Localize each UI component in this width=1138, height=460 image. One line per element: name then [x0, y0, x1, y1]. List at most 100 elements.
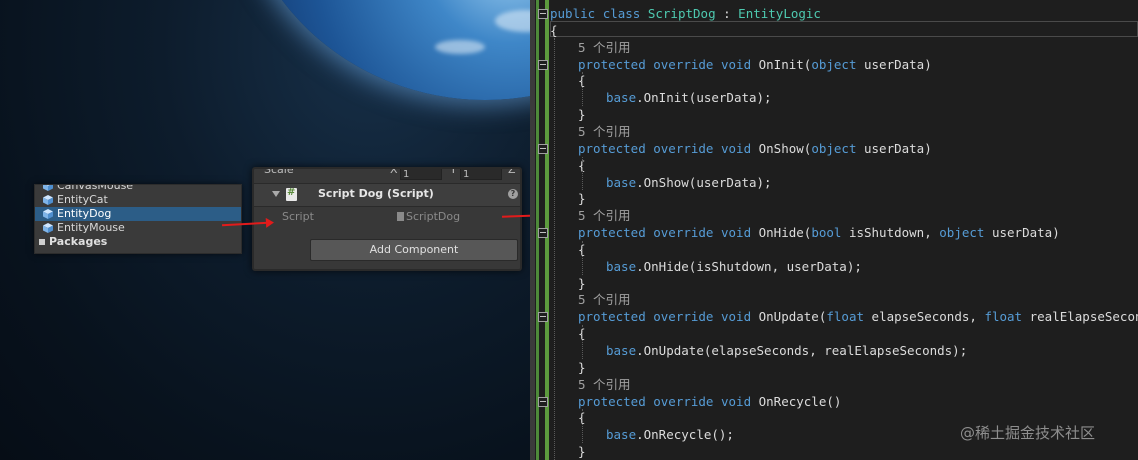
- method-signature-line: protected override void OnUpdate(float e…: [578, 308, 1138, 325]
- scale-row: Scale X 1 Y 1 Z: [264, 167, 516, 180]
- param-type: object: [811, 56, 857, 72]
- paren: ): [1052, 225, 1060, 241]
- method-modifiers: protected override void: [578, 140, 752, 156]
- param-name: userData: [864, 140, 925, 156]
- scale-z-axis: Z: [508, 167, 516, 176]
- collapse-toggle-icon[interactable]: [538, 59, 548, 70]
- scale-label: Scale: [264, 167, 294, 176]
- script-field-text: ScriptDog: [406, 210, 461, 223]
- earth-image: [235, 0, 530, 100]
- param-type: float: [826, 309, 865, 325]
- codelens-line: 5 个引用: [578, 39, 631, 56]
- collapse-toggle-icon[interactable]: [538, 228, 548, 239]
- method-body-line: base.OnRecycle();: [606, 426, 734, 443]
- hierarchy-item-label: CanvasMouse: [57, 184, 134, 192]
- base-keyword: base: [606, 174, 637, 190]
- method-modifiers: protected override void: [578, 225, 752, 241]
- method-signature-line: protected override void OnRecycle(): [578, 393, 841, 410]
- reference-count: 5 个引用: [578, 208, 631, 224]
- base-call: .OnInit(userData);: [636, 90, 772, 106]
- param-name: userData: [991, 225, 1053, 241]
- collapse-toggle-icon[interactable]: [538, 396, 548, 407]
- base-keyword: base: [606, 258, 637, 274]
- script-field-row: Script ScriptDog: [254, 207, 520, 227]
- gameobject-cube-icon: [43, 223, 53, 233]
- indent-guide: [554, 38, 555, 460]
- method-name: OnShow: [758, 140, 804, 156]
- separator: :: [715, 6, 739, 21]
- paren: ): [924, 56, 932, 72]
- codelens-line: 5 个引用: [578, 123, 631, 140]
- indent-guide: [582, 156, 583, 191]
- method-signature-line: protected override void OnHide(bool isSh…: [578, 225, 1060, 241]
- hierarchy-item[interactable]: CanvasMouse: [35, 184, 241, 193]
- base-call: .OnRecycle();: [636, 427, 734, 443]
- hierarchy-item[interactable]: EntityDog: [35, 207, 241, 221]
- gameobject-cube-icon: [43, 209, 53, 219]
- reference-count: 5 个引用: [578, 376, 631, 392]
- base-class-name: EntityLogic: [738, 6, 821, 21]
- scale-y-field[interactable]: 1: [460, 169, 502, 180]
- param-type: object: [811, 140, 857, 156]
- code-editor[interactable]: public class ScriptDog : EntityLogic{5 个…: [530, 0, 1138, 460]
- keyword: class: [602, 6, 641, 21]
- indent-guide: [582, 72, 583, 107]
- method-name: OnRecycle: [758, 393, 827, 409]
- reference-count: 5 个引用: [578, 39, 631, 55]
- component-title: Script Dog (Script): [318, 187, 434, 200]
- codelens-line: 5 个引用: [578, 291, 631, 308]
- param-type: bool: [811, 225, 842, 241]
- script-icon: [286, 187, 297, 201]
- packages-folder[interactable]: Packages: [35, 235, 241, 249]
- base-call: .OnHide(isShutdown, userData);: [636, 258, 862, 274]
- class-open-brace-line: {: [550, 22, 558, 39]
- hierarchy-item-label: EntityMouse: [57, 221, 125, 234]
- paren: (): [826, 393, 842, 409]
- brace: }: [578, 191, 586, 207]
- add-component-button[interactable]: Add Component: [310, 239, 518, 261]
- scale-x-field[interactable]: 1: [400, 169, 442, 180]
- fold-arrow-icon[interactable]: [272, 191, 280, 197]
- class-name: ScriptDog: [647, 6, 716, 21]
- codelens-line: 5 个引用: [578, 376, 631, 393]
- method-name: OnHide: [758, 225, 804, 241]
- method-modifiers: protected override void: [578, 56, 752, 72]
- param-name: isShutdown: [848, 225, 925, 241]
- param-type: float: [984, 309, 1023, 325]
- current-line-highlight: [550, 21, 1138, 37]
- hierarchy-item[interactable]: EntityMouse: [35, 221, 241, 235]
- method-body-line: base.OnHide(isShutdown, userData);: [606, 258, 862, 275]
- indent-guide: [582, 325, 583, 359]
- help-icon[interactable]: ?: [508, 189, 518, 199]
- indent-guide: [582, 240, 583, 275]
- reference-count: 5 个引用: [578, 123, 631, 139]
- base-keyword: base: [606, 343, 637, 358]
- collapse-toggle-icon[interactable]: [538, 9, 548, 19]
- param-name: userData: [864, 56, 925, 72]
- collapse-toggle-icon[interactable]: [538, 143, 548, 154]
- brace: {: [550, 22, 558, 38]
- method-name: OnInit: [758, 56, 804, 72]
- base-keyword: base: [606, 427, 637, 443]
- file-icon: [397, 212, 404, 221]
- gameobject-cube-icon: [43, 195, 53, 205]
- method-modifiers: protected override void: [578, 309, 752, 325]
- base-call: .OnShow(userData);: [636, 174, 772, 190]
- param-name: elapseSeconds: [871, 309, 970, 325]
- component-header[interactable]: Script Dog (Script) ?: [254, 183, 520, 207]
- folder-icon: [39, 239, 45, 245]
- method-modifiers: protected override void: [578, 393, 752, 409]
- hierarchy-item[interactable]: EntityCat: [35, 193, 241, 207]
- method-signature-line: protected override void OnShow(object us…: [578, 140, 932, 157]
- class-declaration-line: public class ScriptDog : EntityLogic: [550, 5, 821, 22]
- scale-y-value: 1: [463, 169, 470, 180]
- hierarchy-item-label: EntityDog: [57, 207, 112, 220]
- brace: }: [578, 444, 586, 460]
- collapse-toggle-icon[interactable]: [538, 312, 548, 323]
- method-close-brace-line: }: [578, 443, 586, 460]
- script-field-value[interactable]: ScriptDog: [397, 210, 460, 223]
- brace: }: [578, 275, 586, 291]
- method-body-line: base.OnShow(userData);: [606, 174, 772, 191]
- editor-margin: [530, 0, 535, 460]
- method-name: OnUpdate: [758, 309, 819, 325]
